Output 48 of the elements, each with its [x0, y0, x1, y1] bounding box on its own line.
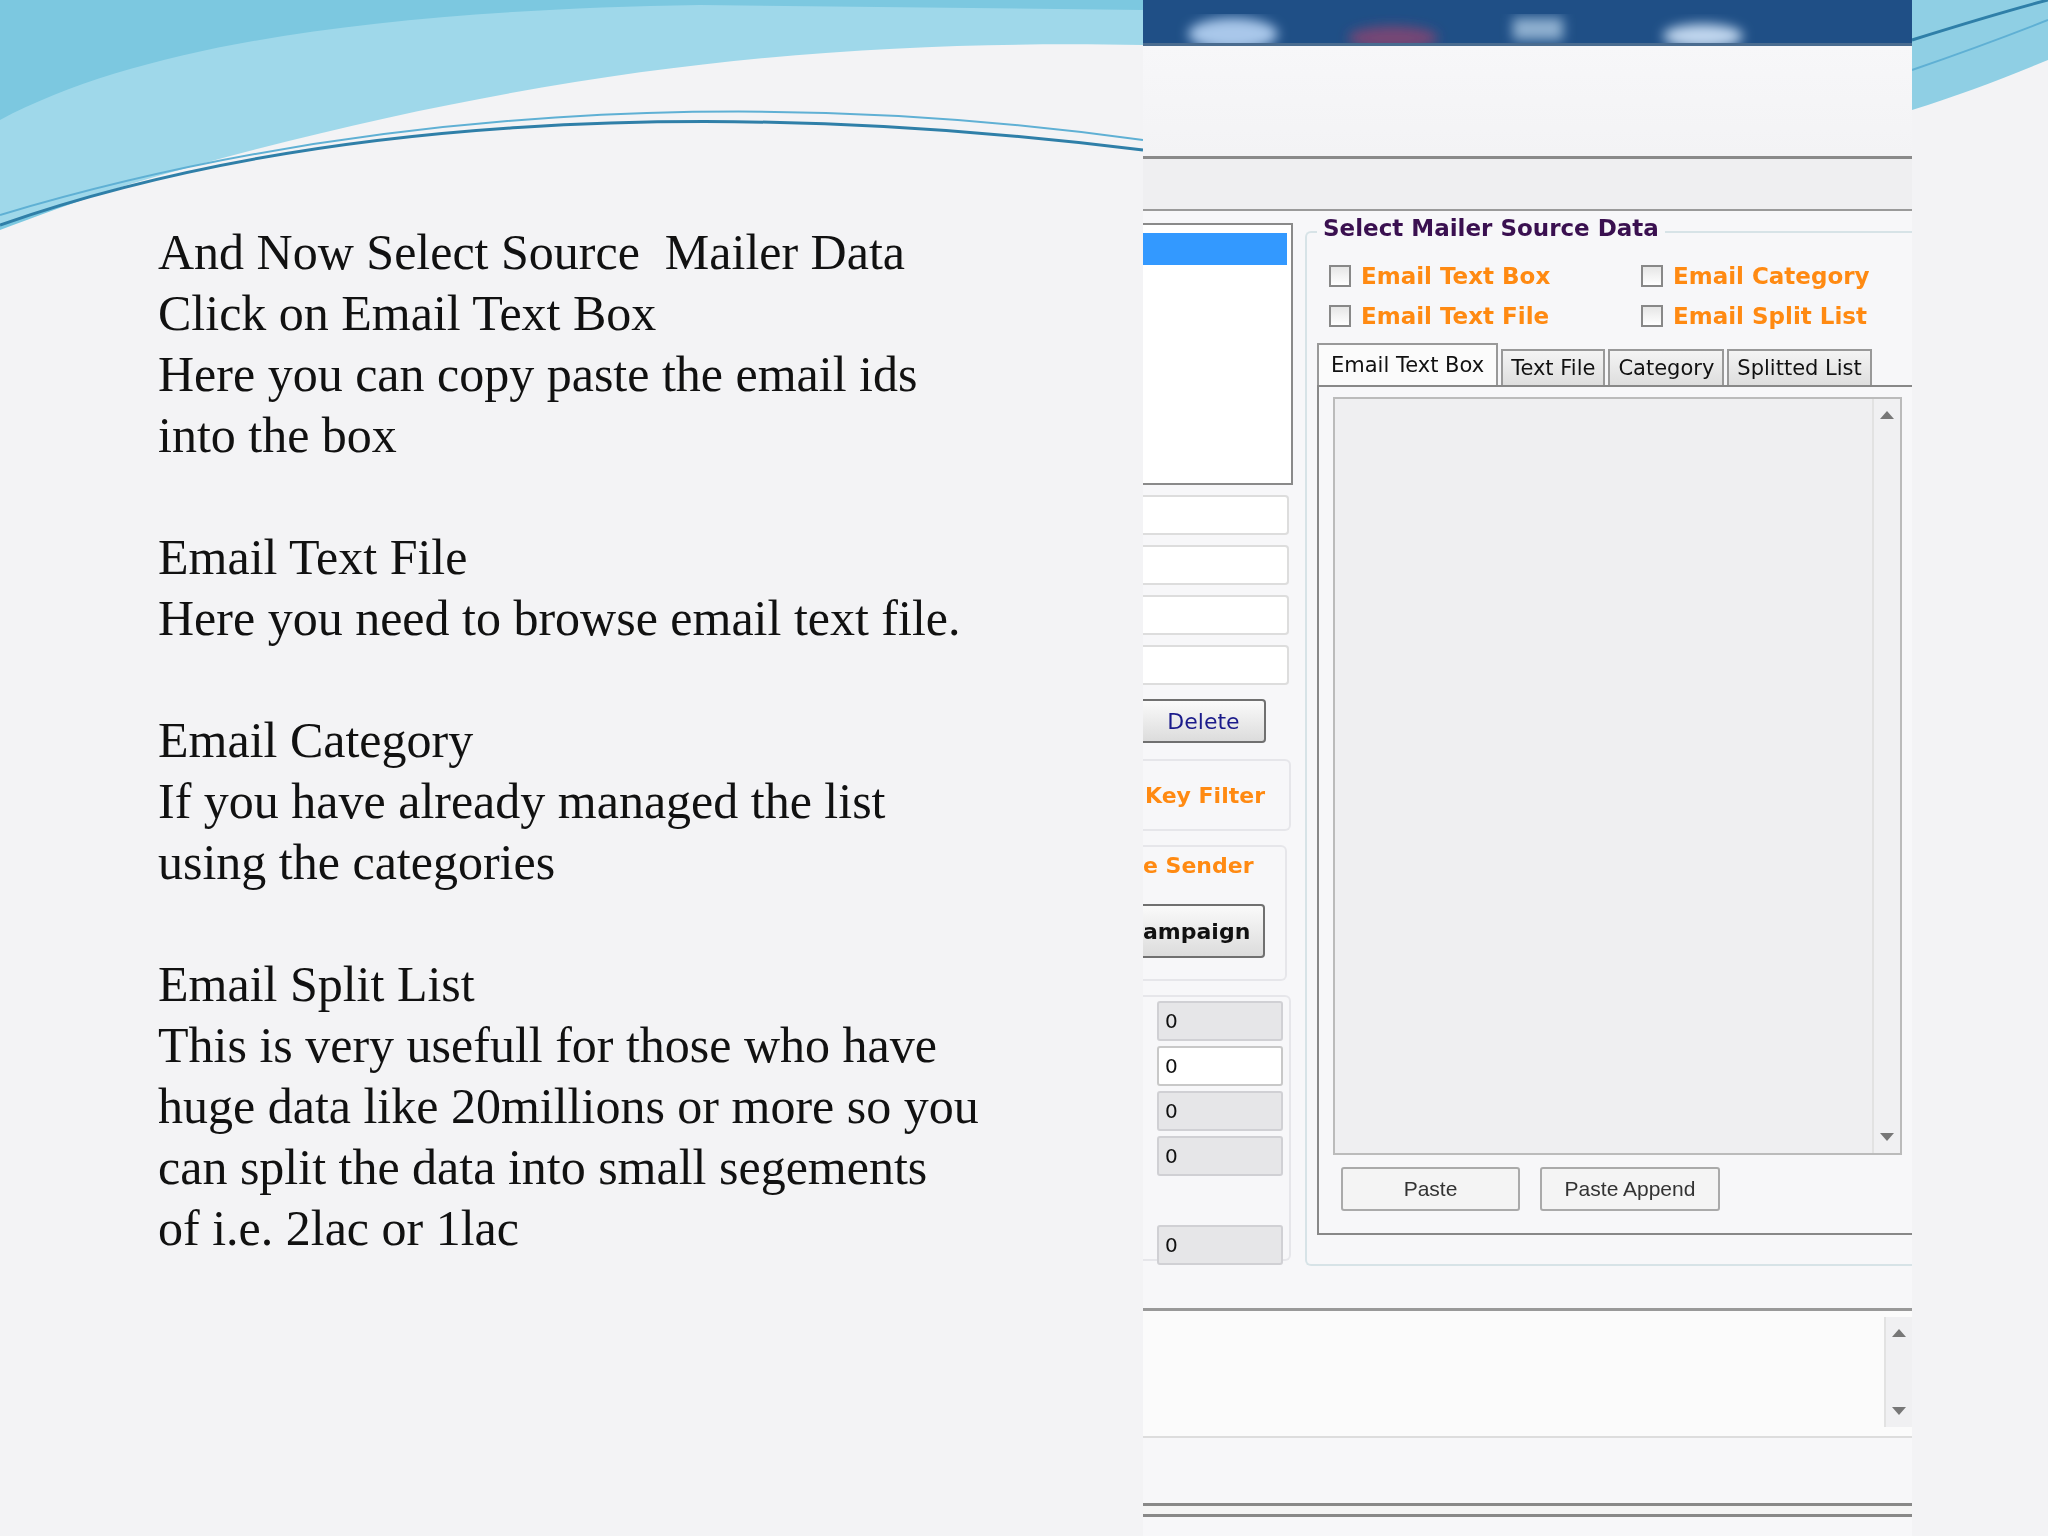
input-field[interactable] — [1143, 495, 1289, 535]
tab[interactable]: Splitted List — [1727, 349, 1872, 385]
note-text: And Now Select Source Mailer Data — [158, 223, 905, 282]
input-field[interactable] — [1143, 645, 1289, 685]
paste-append-button[interactable]: Paste Append — [1540, 1167, 1720, 1211]
note-text: huge data like 20millions or more so you — [158, 1077, 979, 1136]
scrollbar[interactable] — [1884, 1317, 1912, 1427]
note-text: Here you can copy paste the email ids — [158, 345, 918, 404]
note-text: can split the data into small segements — [158, 1138, 928, 1197]
log-box[interactable] — [1143, 1308, 1912, 1438]
note-text: If you have already managed the list — [158, 772, 886, 831]
checkbox-label: Email Text Box — [1361, 263, 1551, 289]
group-label: e Sender — [1143, 853, 1254, 878]
checkbox-label: Email Category — [1673, 263, 1870, 289]
number-field[interactable]: 0 — [1157, 1001, 1283, 1041]
input-field[interactable] — [1143, 595, 1289, 635]
number-field[interactable]: 0 — [1157, 1225, 1283, 1265]
note-text: Click on Email Text Box — [158, 284, 657, 343]
delete-button[interactable]: Delete — [1143, 699, 1266, 743]
checkbox[interactable] — [1329, 305, 1351, 327]
checkbox[interactable] — [1641, 305, 1663, 327]
note-text: This is very usefull for those who have — [158, 1016, 937, 1075]
note-text: Email Text File — [158, 528, 468, 587]
tab[interactable]: Email Text Box — [1317, 343, 1499, 385]
paste-button[interactable]: Paste — [1341, 1167, 1520, 1211]
note-text: Here you need to browse email text file. — [158, 589, 961, 648]
note-text: Email Category — [158, 711, 474, 770]
list-box[interactable] — [1143, 223, 1293, 485]
scroll-up-icon[interactable] — [1880, 411, 1894, 419]
checkbox-label: Email Split List — [1673, 303, 1867, 329]
number-field[interactable]: 0 — [1157, 1136, 1283, 1176]
tab[interactable]: Category — [1608, 349, 1725, 385]
note-text: using the categories — [158, 833, 556, 892]
checkbox-label: Email Text File — [1361, 303, 1550, 329]
scroll-down-icon[interactable] — [1880, 1133, 1894, 1141]
number-field[interactable]: 0 — [1157, 1091, 1283, 1131]
scroll-up-icon[interactable] — [1892, 1329, 1906, 1337]
note-text: Email Split List — [158, 955, 475, 1014]
checkbox[interactable] — [1329, 265, 1351, 287]
number-field[interactable]: 0 — [1157, 1046, 1283, 1086]
input-field[interactable] — [1143, 545, 1289, 585]
checkbox[interactable] — [1641, 265, 1663, 287]
scroll-down-icon[interactable] — [1892, 1407, 1906, 1415]
tab[interactable]: Text File — [1501, 349, 1606, 385]
note-text: of i.e. 2lac or 1lac — [158, 1199, 519, 1258]
campaign-button[interactable]: ampaign — [1143, 904, 1265, 958]
note-text: into the box — [158, 406, 397, 465]
group-label: Key Filter — [1145, 782, 1265, 808]
